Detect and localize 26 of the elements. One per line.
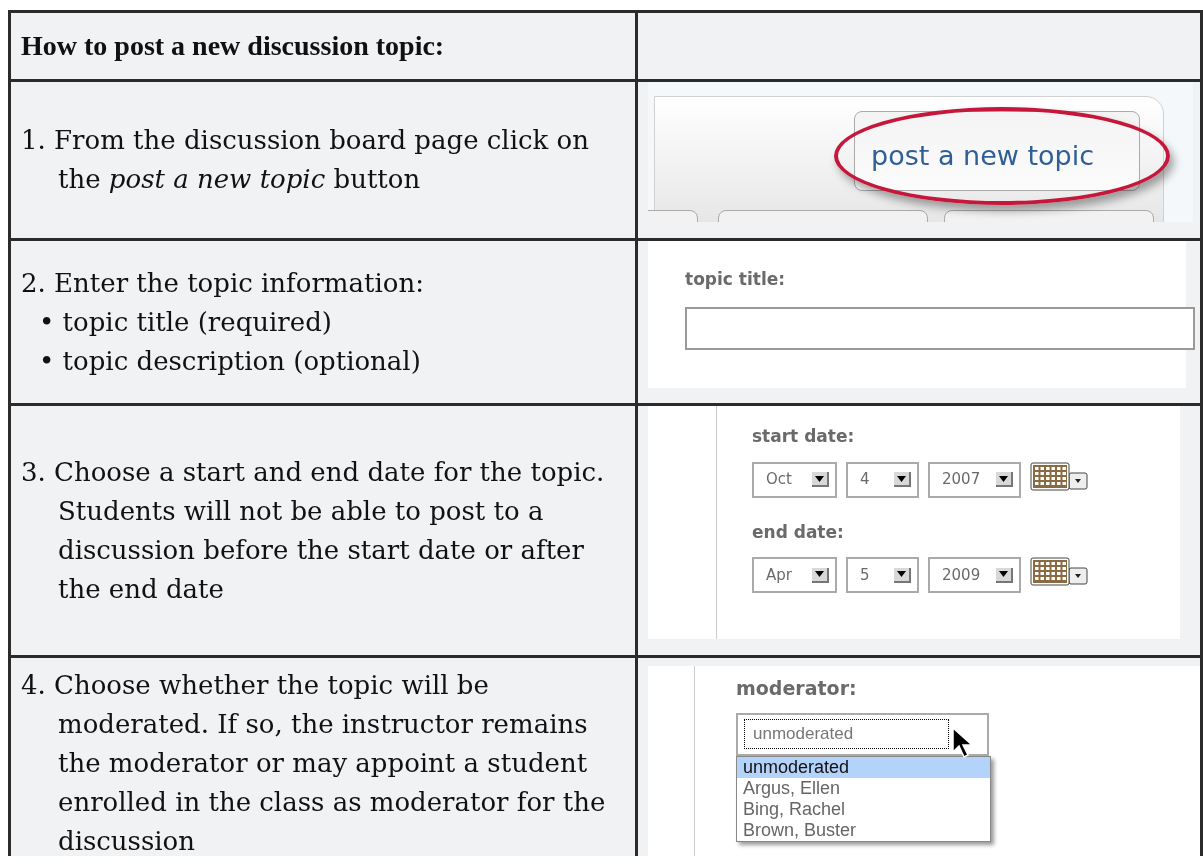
date-dropdown[interactable]: 4 <box>846 461 919 498</box>
calendar-icon <box>1030 557 1088 587</box>
dropdown-option[interactable]: Argus, Ellen <box>737 777 990 799</box>
date-dropdown[interactable]: 5 <box>846 557 919 593</box>
step-text: 2. Enter the topic information: <box>21 266 425 300</box>
table-heading: How to post a new discussion topic: <box>21 29 445 63</box>
calendar-icon <box>1030 461 1088 492</box>
dropdown-label: moderator: <box>736 676 858 701</box>
date-dropdown[interactable]: Apr <box>752 557 837 593</box>
date-label: start date: <box>752 425 856 448</box>
step-text: 3. Choose a start and end date for the topic. Students will not be able to post to a discussion before the start date or after the end date <box>21 455 606 606</box>
step-text: 4. Choose whether the topic will be moderated. If so, the instructor remains the moderator or may appoint a student enrolled in the class as moderator for the discussion <box>21 669 607 858</box>
date-label: end date: <box>752 520 845 544</box>
bullet-item: • topic title (required) <box>38 305 333 339</box>
dropdown-option[interactable]: unmoderated <box>737 756 990 778</box>
topic-title-input[interactable] <box>685 306 1195 350</box>
post-topic-button[interactable]: post a new topic <box>854 111 1140 191</box>
step-text: 1. From the discussion board page click on the post a new topic button <box>21 124 590 196</box>
bullet-item: • topic description (optional) <box>38 344 422 378</box>
dropdown-option[interactable]: Brown, Buster <box>737 819 990 841</box>
dropdown-option[interactable]: Bing, Rachel <box>737 798 990 820</box>
moderator-dropdown[interactable]: unmoderated <box>736 712 989 756</box>
date-dropdown[interactable]: Oct <box>752 461 837 498</box>
field-label: topic title: <box>685 268 787 291</box>
date-dropdown[interactable]: 2007 <box>928 461 1021 498</box>
date-dropdown[interactable]: 2009 <box>928 557 1021 593</box>
